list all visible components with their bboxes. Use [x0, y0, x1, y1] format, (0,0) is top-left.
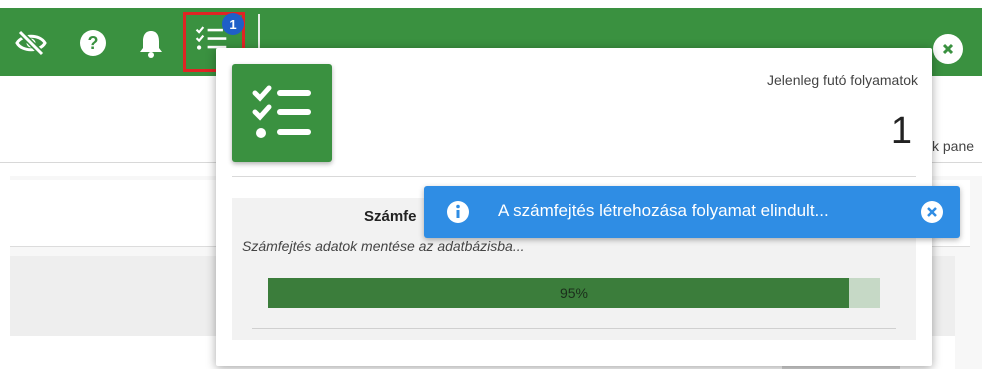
header-close-icon[interactable]	[933, 34, 963, 64]
svg-text:?: ?	[88, 33, 99, 53]
task-count-badge: 1	[222, 13, 244, 35]
info-icon	[446, 200, 470, 224]
bell-icon[interactable]	[134, 26, 168, 60]
process-description: Számfejtés adatok mentése az adatbázisba…	[242, 238, 525, 254]
help-icon[interactable]: ?	[76, 26, 110, 60]
process-title: Számfe	[364, 208, 417, 225]
process-divider	[252, 328, 896, 329]
eye-off-icon[interactable]	[14, 26, 48, 60]
running-task-count: 1	[890, 110, 912, 152]
toast-message: A számfejtés létrehozása folyamat elindu…	[498, 201, 829, 220]
task-list-tile-icon	[232, 64, 332, 162]
progress-label: 95%	[559, 285, 589, 301]
popup-divider	[232, 176, 916, 177]
toast-close-icon[interactable]	[920, 200, 944, 224]
progress-bar: 95%	[268, 278, 880, 308]
popup-title: Jelenleg futó folyamatok	[767, 72, 918, 88]
info-toast: A számfejtés létrehozása folyamat elindu…	[424, 186, 960, 238]
panel-tab-label[interactable]: k pane	[932, 138, 974, 154]
page: k pane ? 1 Jelenleg futó folyamatok 1 Sz…	[0, 0, 982, 369]
